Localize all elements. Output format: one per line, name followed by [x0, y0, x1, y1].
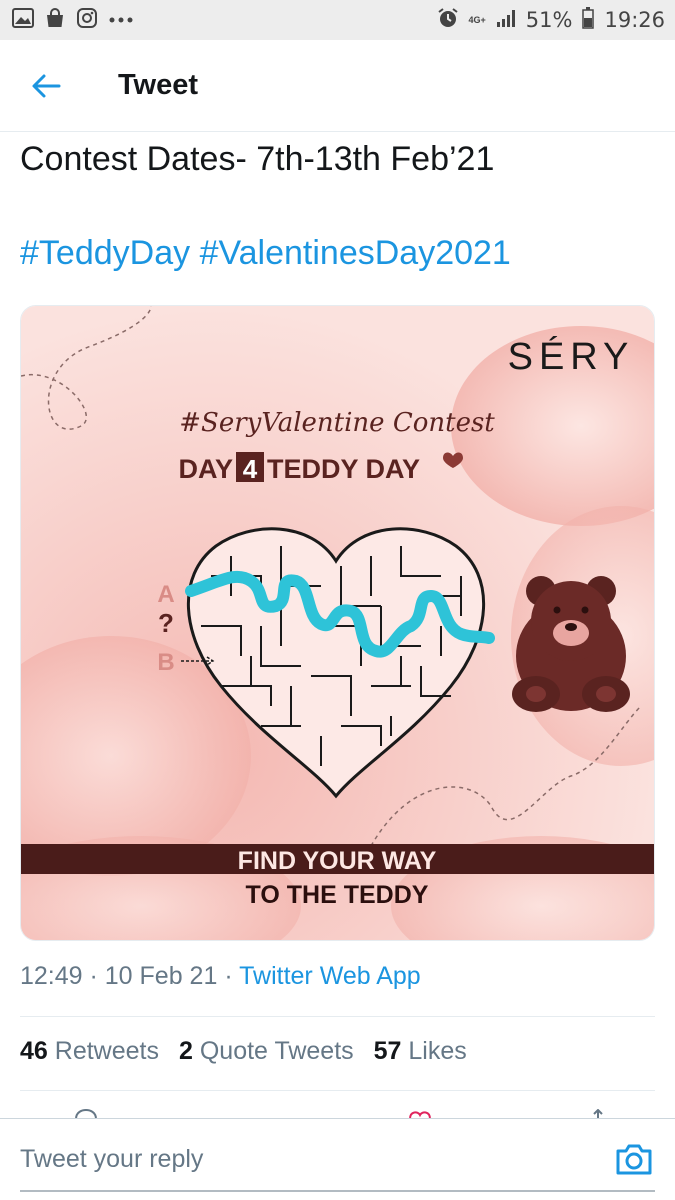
brand-logo: SÉRY: [508, 335, 635, 378]
bag-icon: [44, 7, 66, 34]
day-number: 4: [243, 454, 258, 484]
tweet-source-link[interactable]: Twitter Web App: [239, 962, 421, 990]
banner-line2: TO THE TEDDY: [246, 881, 429, 909]
quote-tweets-stat[interactable]: 2 Quote Tweets: [179, 1037, 354, 1066]
page-title: Tweet: [118, 69, 199, 101]
tweet-meta: 12:49 · 10 Feb 21 · Twitter Web App: [20, 962, 421, 991]
signal-icon: [496, 9, 516, 32]
battery-percent: 51%: [525, 8, 573, 32]
label-question: ?: [158, 608, 174, 638]
tweet-stats: 46 Retweets 2 Quote Tweets 57 Likes: [20, 1037, 467, 1066]
status-bar: 4G+ 51% 19:26: [0, 0, 675, 40]
tweet-time: 12:49: [20, 962, 83, 990]
quotes-count: 2: [178, 1037, 193, 1065]
meta-separator: ·: [82, 962, 105, 990]
day-suffix: TEDDY DAY: [267, 454, 420, 484]
label-b: B: [157, 649, 174, 676]
retweets-count: 46: [20, 1037, 48, 1065]
quotes-label: Quote Tweets: [199, 1037, 354, 1065]
tweet-text: Contest Dates- 7th-13th Feb’21: [20, 140, 495, 178]
hashtag-link[interactable]: #TeddyDay: [20, 234, 190, 272]
more-icon: [108, 11, 134, 29]
input-underline: [20, 1190, 655, 1192]
reply-bar: Tweet your reply: [0, 1118, 675, 1200]
tweet-hashtags: #TeddyDay #ValentinesDay2021: [20, 234, 511, 273]
divider: [20, 1016, 655, 1017]
instagram-icon: [76, 7, 98, 34]
hashtag-link[interactable]: #ValentinesDay2021: [200, 234, 511, 272]
tweet-media-image[interactable]: SÉRY #SeryValentine Contest DAY 4 TEDDY …: [20, 305, 655, 941]
meta-separator: ·: [217, 962, 240, 990]
contest-poster: SÉRY #SeryValentine Contest DAY 4 TEDDY …: [21, 306, 654, 940]
status-bar-right: 4G+ 51% 19:26: [437, 6, 665, 34]
teddy-bear-image: [512, 576, 630, 712]
arrow-left-icon: [32, 74, 61, 97]
label-a: A: [157, 581, 174, 608]
contest-tag: #SeryValentine Contest: [179, 408, 495, 438]
status-bar-left: [12, 7, 134, 34]
alarm-icon: [437, 7, 459, 34]
camera-icon: [616, 1144, 652, 1175]
likes-stat[interactable]: 57 Likes: [374, 1037, 467, 1066]
app-header: Tweet: [0, 40, 675, 132]
divider: [20, 1090, 655, 1091]
likes-label: Likes: [408, 1037, 467, 1065]
reply-input[interactable]: Tweet your reply: [20, 1145, 203, 1174]
back-button[interactable]: [0, 40, 92, 132]
day-prefix: DAY: [178, 454, 233, 484]
likes-count: 57: [373, 1037, 402, 1065]
retweets-stat[interactable]: 46 Retweets: [20, 1037, 159, 1066]
network-type: 4G+: [468, 14, 486, 25]
status-time: 19:26: [604, 8, 665, 32]
tweet-date[interactable]: 10 Feb 21: [105, 962, 218, 990]
banner-line1: FIND YOUR WAY: [238, 847, 437, 875]
retweets-label: Retweets: [54, 1037, 159, 1065]
battery-icon: [582, 6, 595, 34]
camera-button[interactable]: [614, 1139, 658, 1183]
image-icon: [12, 7, 34, 33]
